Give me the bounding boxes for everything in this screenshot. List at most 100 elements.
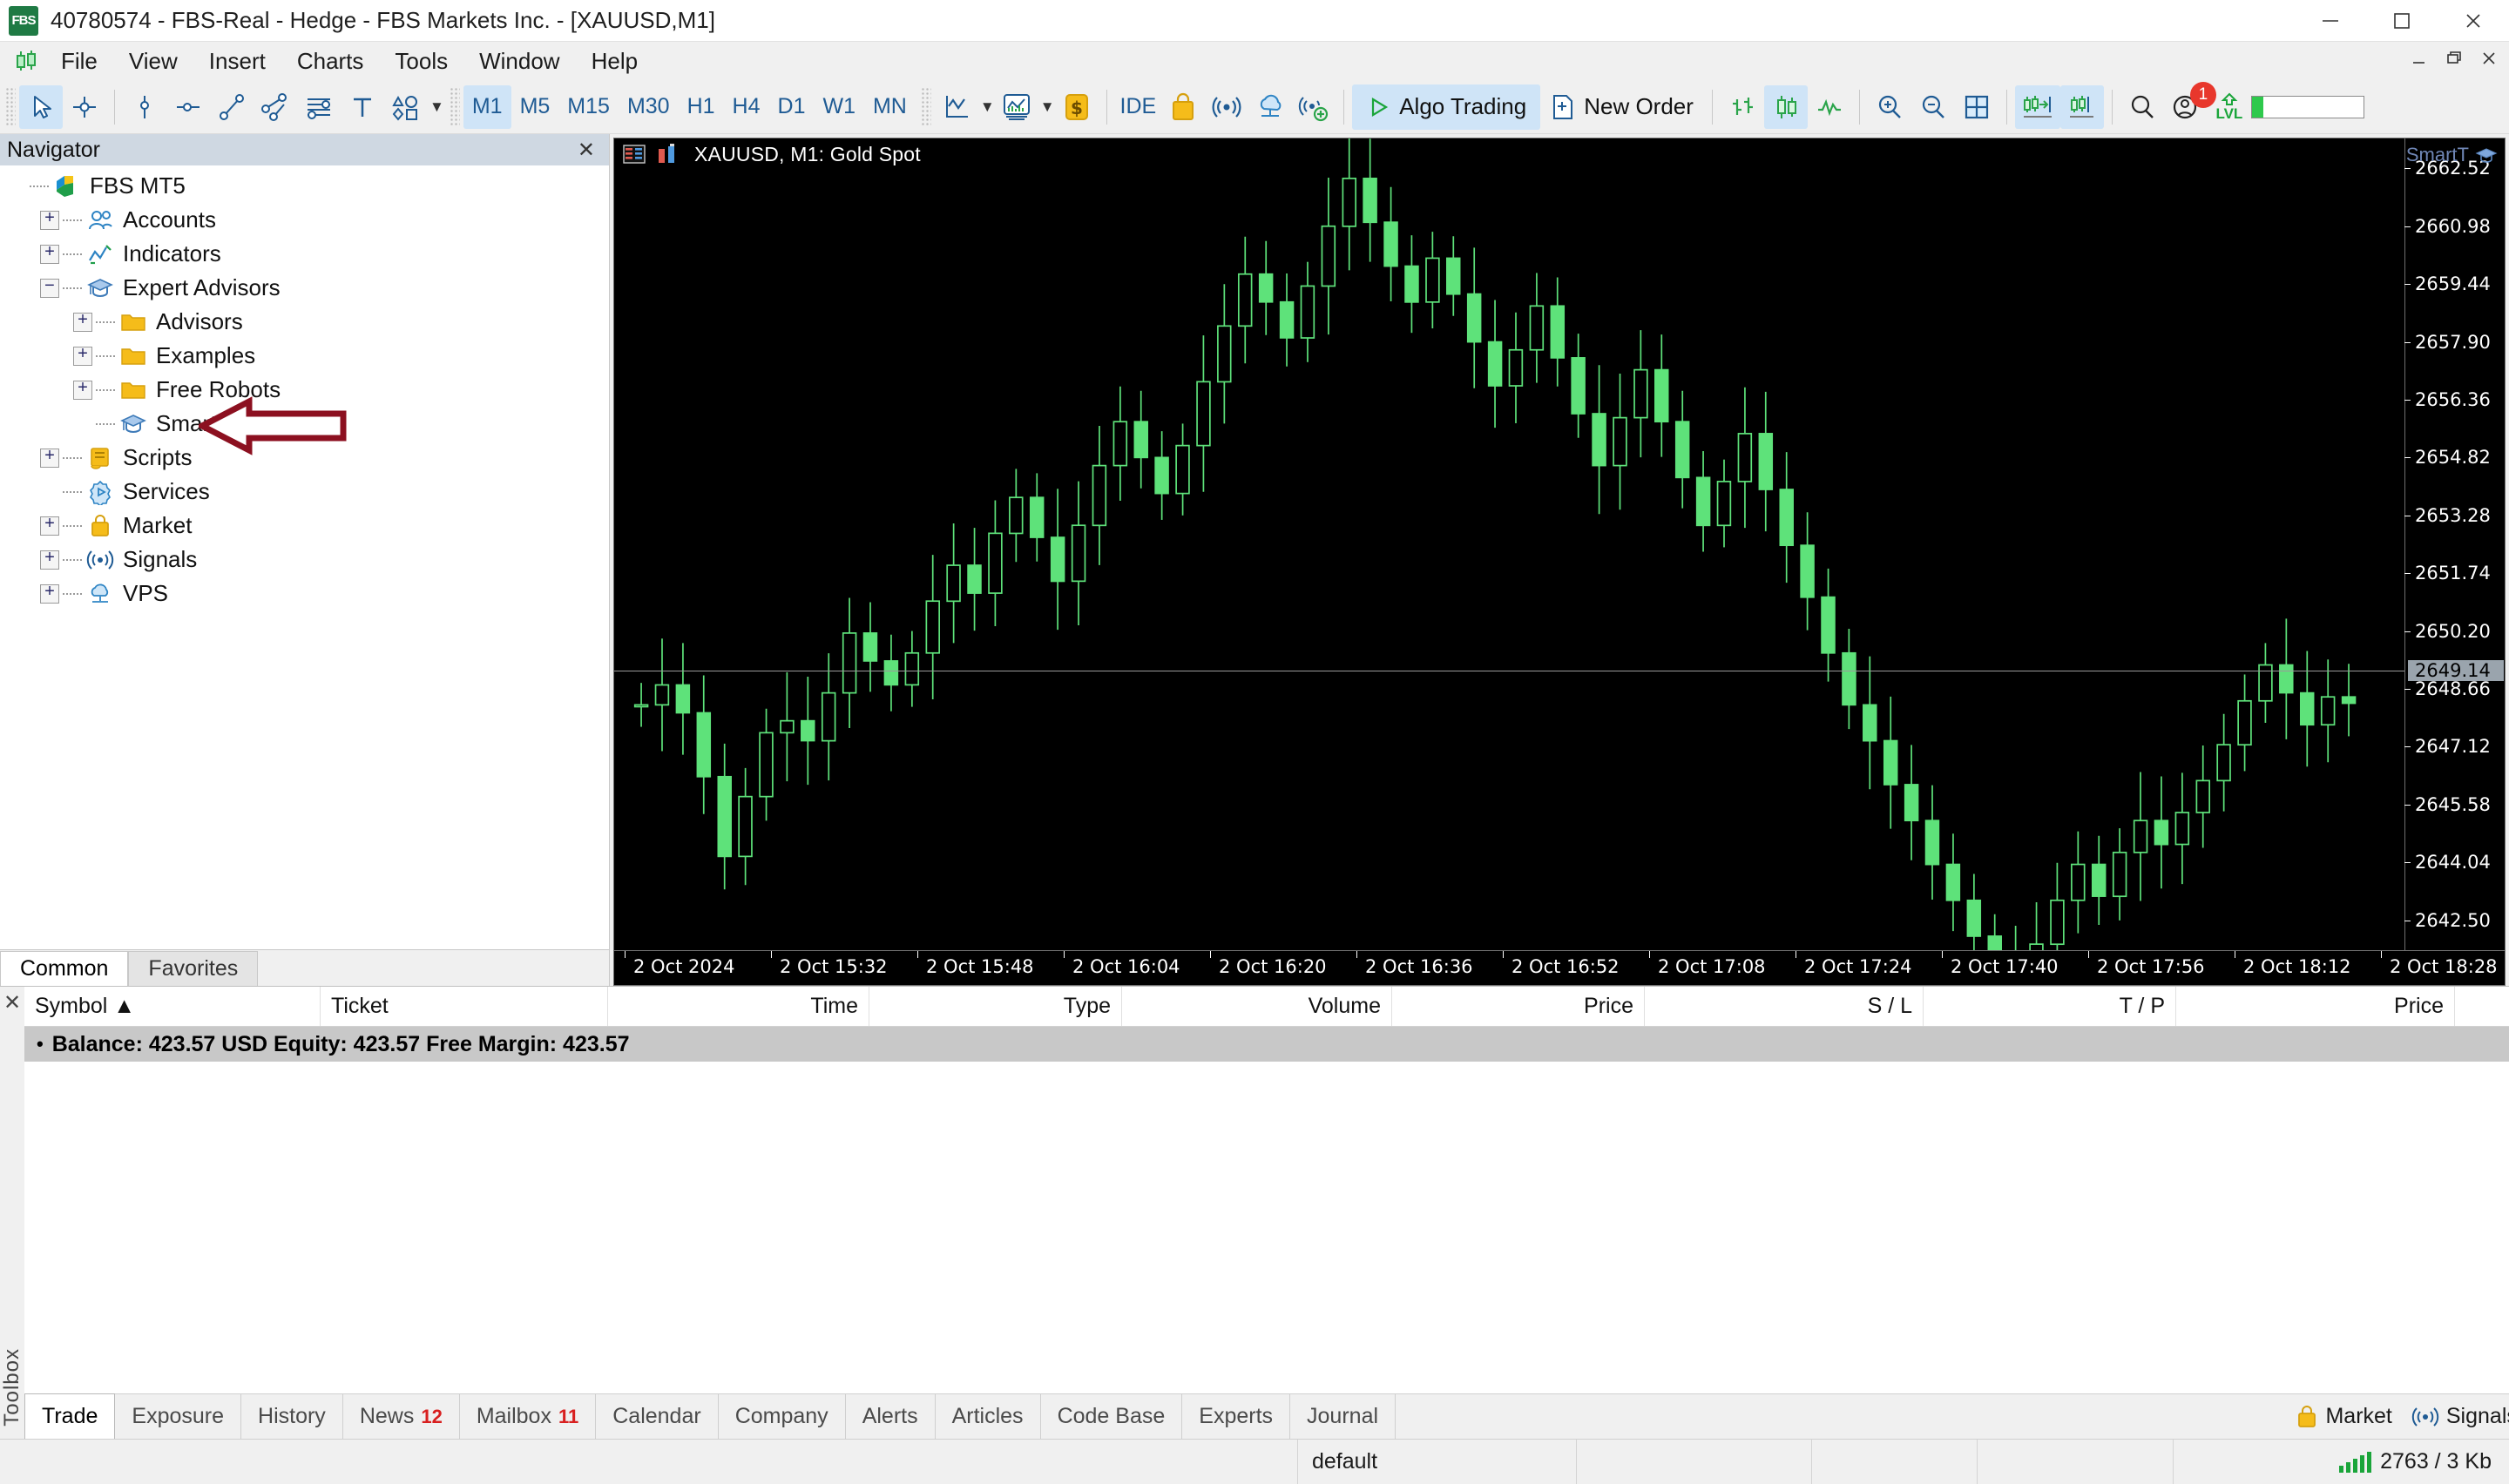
- close-button[interactable]: [2438, 0, 2509, 42]
- navigator-tree[interactable]: FBS MT5 + Accounts + Indicators − Expert Advis…: [0, 165, 609, 949]
- signals-icon[interactable]: [1205, 85, 1248, 129]
- minimize-button[interactable]: [2295, 0, 2366, 42]
- toolbox-tab-history[interactable]: History: [241, 1393, 343, 1440]
- line-chart-icon[interactable]: [1808, 85, 1851, 129]
- market-bag-icon[interactable]: [1161, 85, 1205, 129]
- zoom-in-icon[interactable]: [1868, 85, 1911, 129]
- menu-file[interactable]: File: [45, 42, 113, 80]
- price-scale[interactable]: 2662.52 2660.98 2659.44 2657.90 2656.36 2654.…: [2404, 138, 2505, 950]
- timeframe-m15[interactable]: M15: [558, 85, 619, 129]
- tree-expander-plus[interactable]: +: [40, 244, 59, 264]
- subscribe-signal-icon[interactable]: [1292, 85, 1336, 129]
- navigator-tab-common[interactable]: Common: [0, 951, 129, 986]
- polyline-tool-icon[interactable]: [254, 85, 297, 129]
- trade-table-body[interactable]: [24, 1062, 2509, 1393]
- toolbox-tab-alerts[interactable]: Alerts: [846, 1393, 936, 1440]
- price-chart[interactable]: XAUUSD, M1: Gold Spot SmartT 2662.52 2660…: [613, 138, 2506, 951]
- table-column-header[interactable]: Profit: [2455, 987, 2509, 1026]
- candlestick-chart-icon[interactable]: [1763, 84, 1808, 129]
- menu-window[interactable]: Window: [463, 42, 575, 80]
- vertical-line-tool-icon[interactable]: [123, 85, 166, 129]
- menu-insert[interactable]: Insert: [193, 42, 281, 80]
- navigator-tab-favorites[interactable]: Favorites: [128, 951, 259, 986]
- navigator-item-expert-advisors[interactable]: − Expert Advisors: [0, 271, 609, 305]
- navigator-close-icon[interactable]: ✕: [571, 138, 602, 163]
- text-tool-icon[interactable]: [341, 85, 384, 129]
- table-column-header[interactable]: Symbol ▲: [24, 987, 321, 1026]
- tree-expander-plus[interactable]: +: [73, 312, 92, 332]
- indicators-dropdown-caret-icon[interactable]: ▼: [980, 98, 995, 116]
- navigator-item-indicators[interactable]: + Indicators: [0, 237, 609, 271]
- doc-close-icon[interactable]: [2479, 49, 2499, 74]
- fibonacci-tool-icon[interactable]: [297, 85, 341, 129]
- navigator-item-signals[interactable]: + Signals: [0, 543, 609, 577]
- toolbox-tab-journal[interactable]: Journal: [1290, 1393, 1397, 1440]
- tree-expander-plus[interactable]: +: [40, 210, 59, 230]
- tree-expander-plus[interactable]: +: [73, 380, 92, 400]
- table-column-header[interactable]: Price: [2176, 987, 2455, 1026]
- zoom-out-icon[interactable]: [1911, 85, 1955, 129]
- navigator-item-accounts[interactable]: + Accounts: [0, 203, 609, 237]
- tile-windows-icon[interactable]: [1955, 85, 1998, 129]
- toolbox-tab-calendar[interactable]: Calendar: [596, 1393, 719, 1440]
- toolbox-link-market[interactable]: Market: [2296, 1404, 2392, 1429]
- user-profile-icon[interactable]: 1: [2164, 81, 2216, 129]
- horizontal-line-tool-icon[interactable]: [166, 85, 210, 129]
- toolbox-tab-exposure[interactable]: Exposure: [115, 1393, 242, 1440]
- toolbox-tab-code-base[interactable]: Code Base: [1041, 1393, 1183, 1440]
- toolbox-tab-company[interactable]: Company: [719, 1393, 846, 1440]
- timeframe-m1[interactable]: M1: [463, 84, 511, 129]
- navigator-item-free-robots[interactable]: + Free Robots: [0, 373, 609, 407]
- new-order-button[interactable]: New Order: [1540, 84, 1704, 130]
- maximize-button[interactable]: [2366, 0, 2438, 42]
- navigator-item-fbs-mt5[interactable]: FBS MT5: [0, 169, 609, 203]
- timeframe-mn[interactable]: MN: [864, 85, 916, 129]
- search-icon[interactable]: [2120, 85, 2164, 129]
- navigator-item-smartt[interactable]: SmartT: [0, 407, 609, 441]
- time-scale[interactable]: 2 Oct 2024 2 Oct 15:32 2 Oct 15:48 2 Oct 16…: [613, 951, 2506, 986]
- algo-trading-button[interactable]: Algo Trading: [1352, 84, 1541, 130]
- tree-expander-plus[interactable]: +: [40, 516, 59, 536]
- toolbox-tab-articles[interactable]: Articles: [936, 1393, 1041, 1440]
- timeframe-w1[interactable]: W1: [814, 85, 864, 129]
- toolbar-grip-3[interactable]: [920, 86, 931, 127]
- navigator-item-market[interactable]: + Market: [0, 509, 609, 543]
- tree-expander-plus[interactable]: +: [40, 583, 59, 604]
- payments-dollar-icon[interactable]: $: [1055, 85, 1099, 129]
- tree-expander-plus[interactable]: +: [40, 448, 59, 468]
- crosshair-tool-icon[interactable]: [63, 85, 106, 129]
- navigator-item-advisors[interactable]: + Advisors: [0, 305, 609, 339]
- toolbox-tab-news[interactable]: News 12: [343, 1393, 460, 1440]
- navigator-item-examples[interactable]: + Examples: [0, 339, 609, 373]
- table-column-header[interactable]: S / L: [1645, 987, 1924, 1026]
- timeframe-h4[interactable]: H4: [724, 85, 769, 129]
- trendline-tool-icon[interactable]: [210, 85, 254, 129]
- tree-expander-plus[interactable]: +: [40, 550, 59, 570]
- charts-dropdown-caret-icon[interactable]: ▼: [1040, 98, 1055, 116]
- toolbox-tab-mailbox[interactable]: Mailbox 11: [460, 1393, 597, 1440]
- strategy-tester-chart-icon[interactable]: [995, 85, 1038, 129]
- doc-minimize-icon[interactable]: [2410, 49, 2429, 74]
- menu-charts[interactable]: Charts: [281, 42, 380, 80]
- tree-expander-minus[interactable]: −: [40, 278, 59, 298]
- cursor-tool-icon[interactable]: [19, 84, 63, 129]
- table-column-header[interactable]: Price: [1392, 987, 1645, 1026]
- bar-chart-icon[interactable]: [1721, 85, 1764, 129]
- menu-help[interactable]: Help: [576, 42, 653, 80]
- timeframe-m30[interactable]: M30: [619, 85, 679, 129]
- status-profile-cell[interactable]: default: [1298, 1439, 1577, 1484]
- toolbox-tab-experts[interactable]: Experts: [1182, 1393, 1291, 1440]
- toolbar-grip[interactable]: [5, 86, 16, 127]
- shapes-dropdown-caret-icon[interactable]: ▼: [429, 98, 444, 116]
- tree-expander-plus[interactable]: +: [73, 346, 92, 366]
- table-column-header[interactable]: Time: [608, 987, 869, 1026]
- timeframe-h1[interactable]: H1: [679, 85, 724, 129]
- indicators-line-icon[interactable]: [935, 85, 978, 129]
- timeframe-m5[interactable]: M5: [511, 85, 559, 129]
- ide-button[interactable]: IDE: [1115, 85, 1162, 129]
- doc-restore-icon[interactable]: [2445, 49, 2464, 74]
- navigator-item-vps[interactable]: + VPS: [0, 577, 609, 610]
- toolbox-close-icon[interactable]: ✕: [3, 990, 21, 1015]
- account-balance-row[interactable]: • Balance: 423.57 USD Equity: 423.57 Fre…: [24, 1027, 2509, 1062]
- table-column-header[interactable]: Volume: [1122, 987, 1392, 1026]
